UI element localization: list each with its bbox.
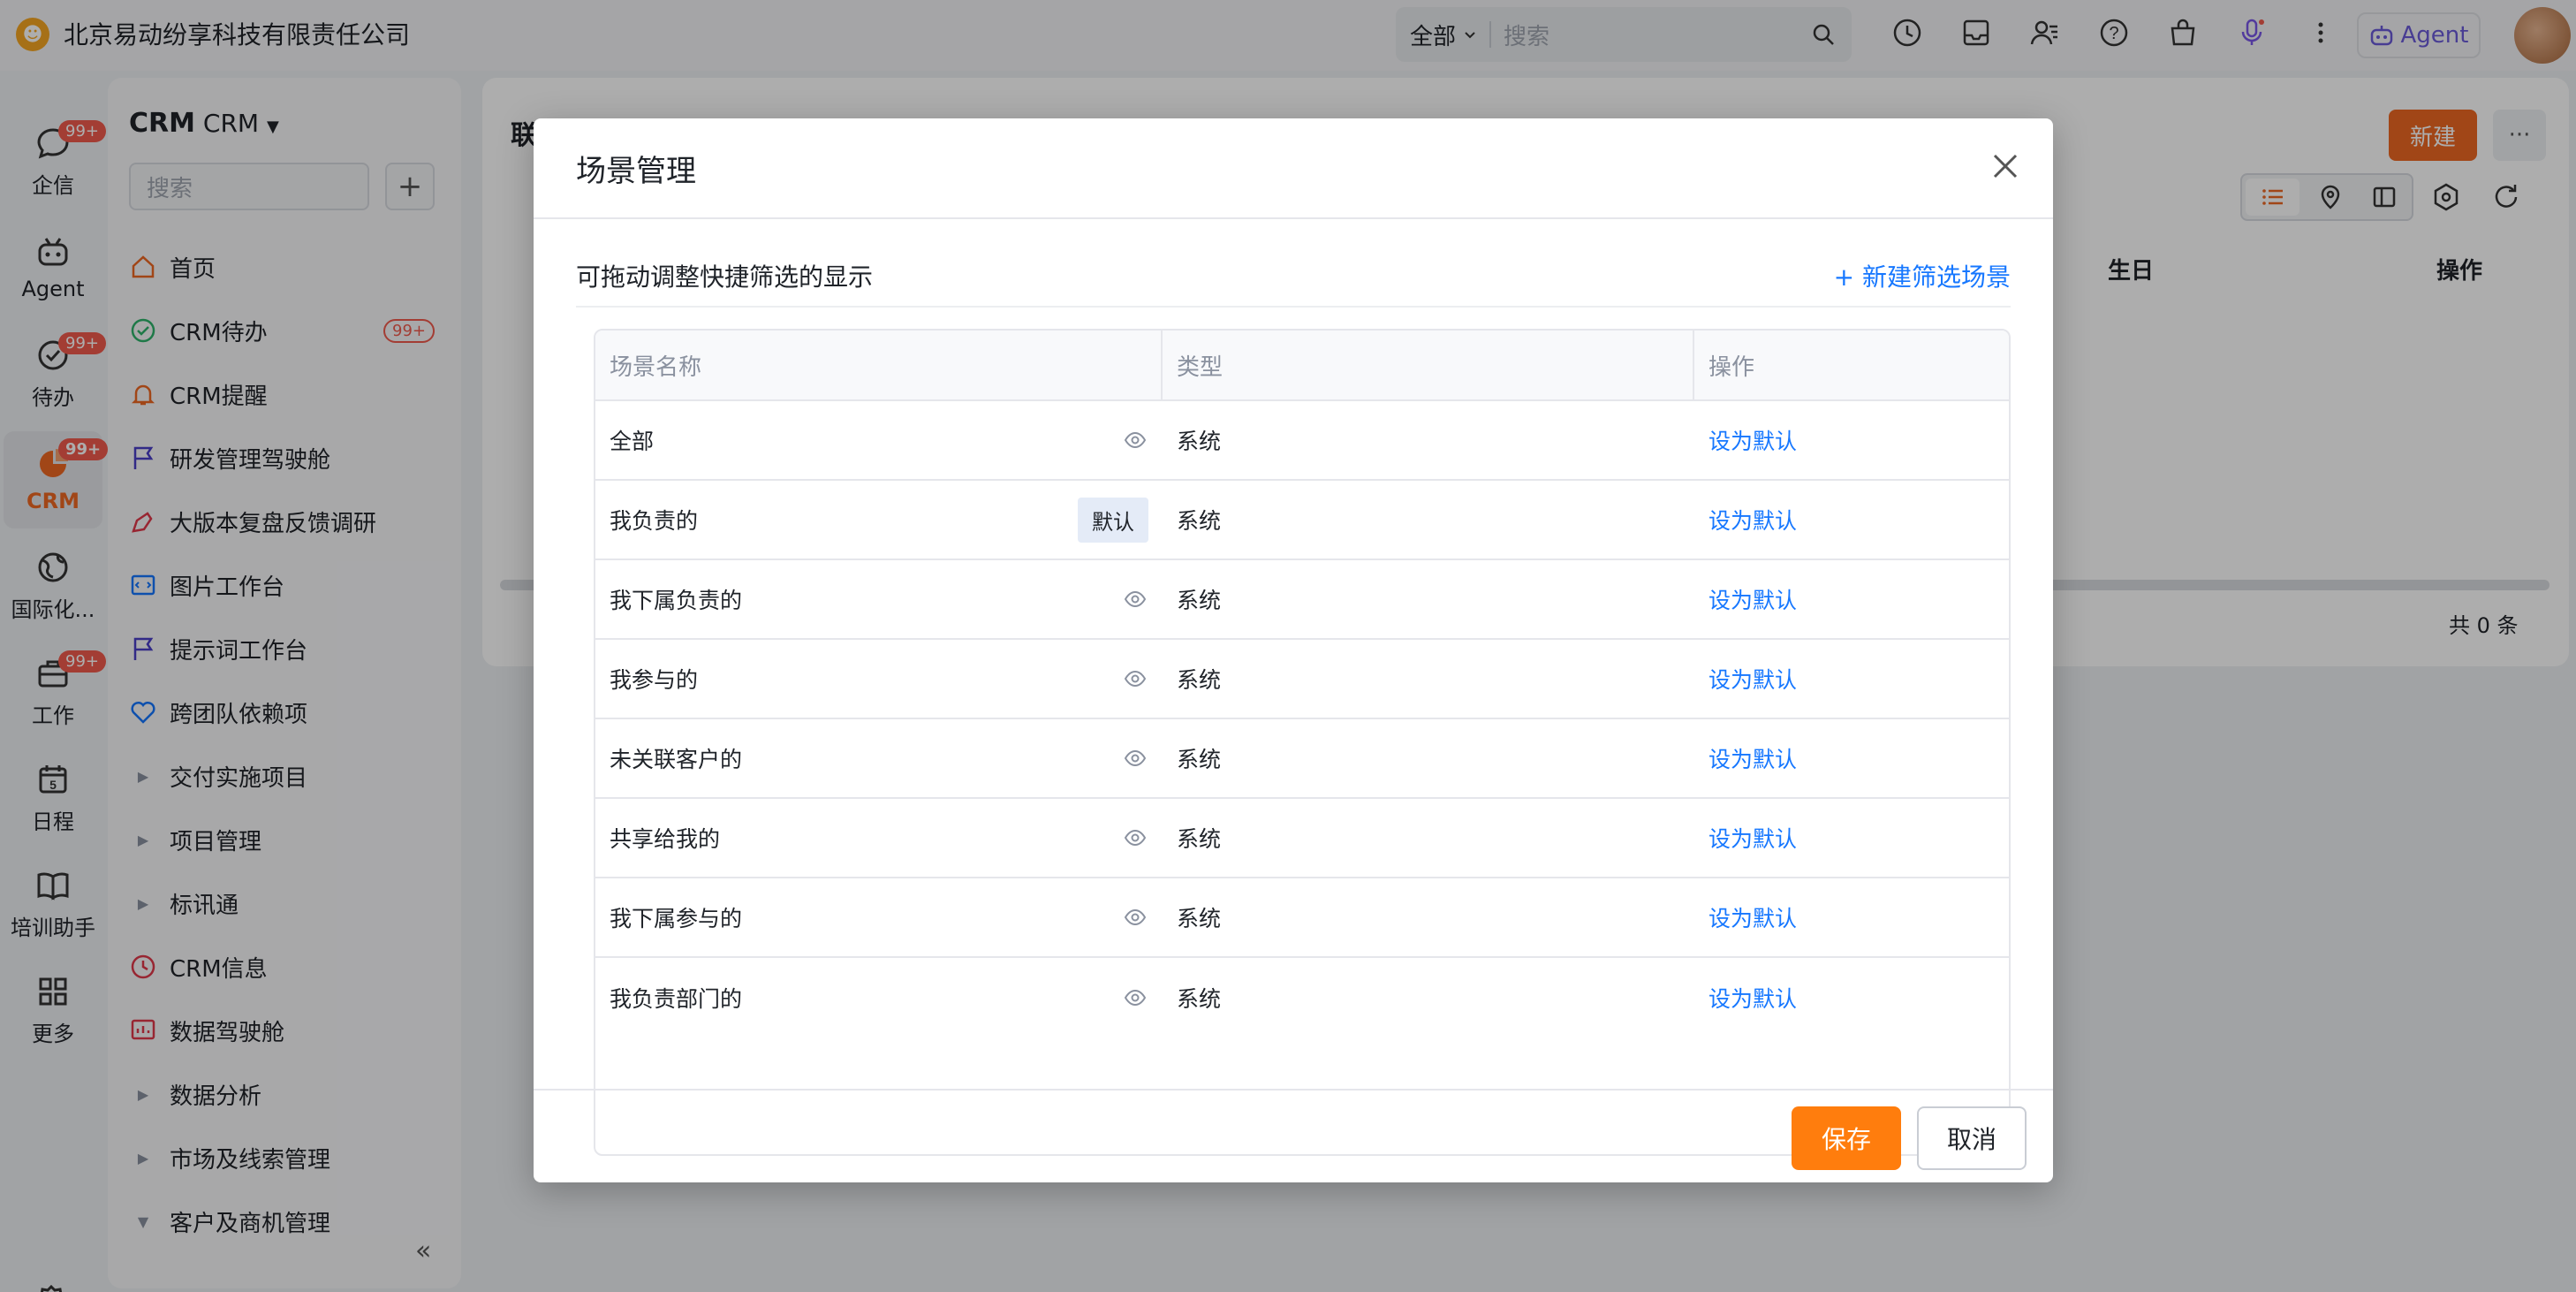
dialog-title: 场景管理 [576,154,696,189]
scene-name: 未关联客户的 [610,747,743,772]
default-badge: 默认 [1078,497,1148,543]
column-header-type: 类型 [1163,331,1694,399]
scene-name: 我负责部门的 [610,986,743,1012]
save-button[interactable]: 保存 [1792,1106,1901,1170]
divider [534,1089,2053,1091]
scene-type: 系统 [1177,906,1222,931]
table-row[interactable]: 我下属参与的 系统 设为默认 [595,878,2009,958]
table-row[interactable]: 我参与的 系统 设为默认 [595,640,2009,719]
eye-icon[interactable] [1122,904,1148,931]
table-row[interactable]: 共享给我的 系统 设为默认 [595,799,2009,878]
scene-type: 系统 [1177,508,1222,534]
new-scene-link[interactable]: + 新建筛选场景 [1834,258,2011,293]
scene-name: 全部 [610,429,655,454]
scene-name: 我参与的 [610,667,699,693]
drag-hint: 可拖动调整快捷筛选的显示 [576,262,874,292]
cancel-button[interactable]: 取消 [1917,1106,2027,1170]
scene-type: 系统 [1177,429,1222,454]
scene-management-dialog: 场景管理 可拖动调整快捷筛选的显示 + 新建筛选场景 场景名称 类型 操作 全部… [534,118,2053,1182]
scene-name: 我下属负责的 [610,588,743,613]
set-default-link[interactable]: 设为默认 [1708,663,1797,695]
set-default-link[interactable]: 设为默认 [1708,742,1797,774]
scene-table: 场景名称 类型 操作 全部 系统 设为默认 我负责的 默认 系统 设为默认 我下属… [594,329,2011,1156]
scene-type: 系统 [1177,588,1222,613]
eye-icon[interactable] [1122,665,1148,692]
set-default-link[interactable]: 设为默认 [1708,424,1797,456]
scene-name: 我下属参与的 [610,906,743,931]
scene-type: 系统 [1177,986,1222,1012]
eye-icon[interactable] [1122,825,1148,851]
divider [534,217,2053,219]
scene-name: 共享给我的 [610,826,721,852]
set-default-link[interactable]: 设为默认 [1708,822,1797,854]
eye-icon[interactable] [1122,427,1148,453]
eye-icon[interactable] [1122,984,1148,1011]
set-default-link[interactable]: 设为默认 [1708,982,1797,1014]
scene-type: 系统 [1177,826,1222,852]
set-default-link[interactable]: 设为默认 [1708,901,1797,933]
divider [576,306,2011,308]
eye-icon[interactable] [1122,586,1148,612]
column-header-action: 操作 [1708,353,1755,381]
table-row[interactable]: 全部 系统 设为默认 [595,401,2009,481]
set-default-link[interactable]: 设为默认 [1708,583,1797,615]
table-header: 场景名称 类型 操作 [595,331,2009,401]
table-row[interactable]: 未关联客户的 系统 设为默认 [595,719,2009,799]
scene-name: 我负责的 [610,508,699,534]
eye-icon[interactable] [1122,745,1148,771]
scene-type: 系统 [1177,667,1222,693]
scene-type: 系统 [1177,747,1222,772]
close-icon[interactable] [1988,148,2023,184]
set-default-link[interactable]: 设为默认 [1708,504,1797,536]
table-row[interactable]: 我负责部门的 系统 设为默认 [595,958,2009,1037]
column-header-name: 场景名称 [595,331,1163,399]
table-row[interactable]: 我负责的 默认 系统 设为默认 [595,481,2009,560]
table-row[interactable]: 我下属负责的 系统 设为默认 [595,560,2009,640]
